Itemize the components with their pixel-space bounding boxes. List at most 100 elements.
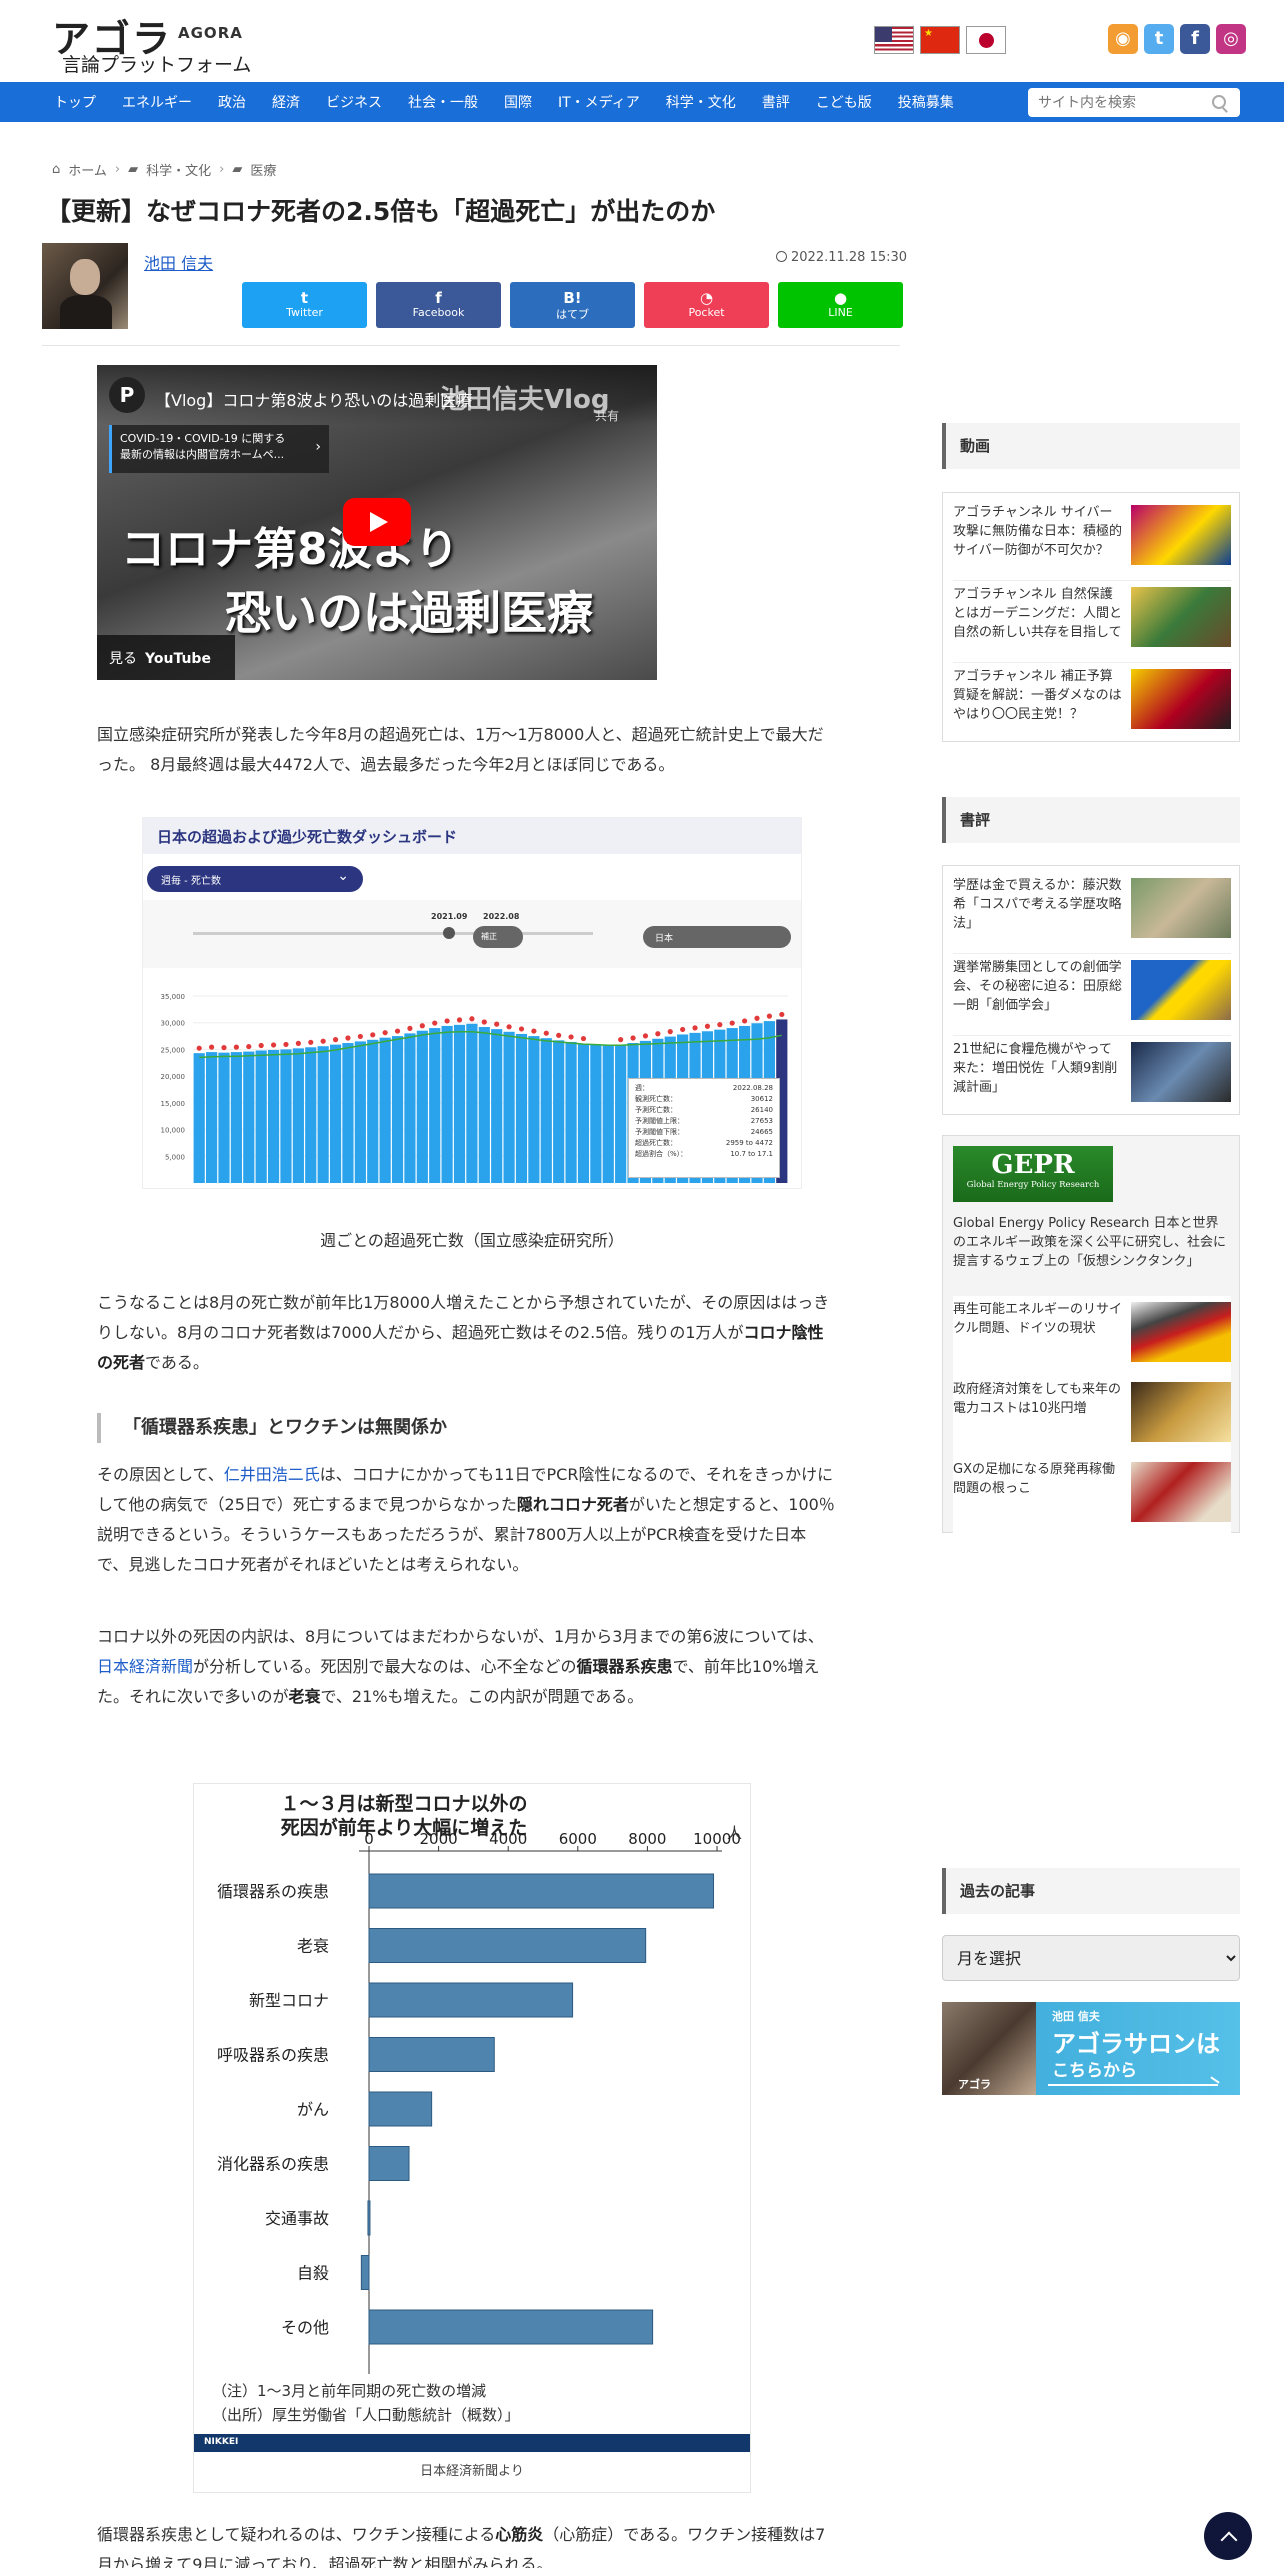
- share-pocket-button[interactable]: ◔ Pocket: [644, 282, 769, 328]
- rss-icon[interactable]: ◉: [1108, 24, 1138, 54]
- chevron-right-icon: ›: [114, 162, 121, 177]
- us-flag-icon[interactable]: [874, 26, 914, 54]
- book-list-item[interactable]: 21世紀に食糧危機がやって来た：増田悦佐「人類9割削減計画」: [953, 1036, 1231, 1118]
- gepr-item-text[interactable]: 政府経済対策をしても来年の電力コストは10兆円増: [953, 1380, 1123, 1418]
- nav-item[interactable]: 政治: [218, 92, 246, 112]
- nikkei-link[interactable]: 日本経済新聞: [97, 1657, 193, 1676]
- paragraph-2: こうなることは8月の死亡数が前年比1万8000人増えたことから予想されていたが、…: [97, 1288, 837, 1378]
- gepr-thumbnail[interactable]: [1131, 1302, 1231, 1362]
- site-logo[interactable]: アゴラ AGORA 言論プラットフォーム: [52, 8, 251, 76]
- observed-bar: [255, 1050, 267, 1183]
- china-flag-icon[interactable]: ★: [920, 26, 960, 54]
- video-thumbnail[interactable]: [1131, 505, 1231, 565]
- excess-marker: [667, 1029, 673, 1035]
- excess-marker: [382, 1030, 388, 1036]
- niita-link[interactable]: 仁井田浩二氏: [224, 1465, 320, 1484]
- covid-info-panel[interactable]: COVID-19・COVID-19 に関する 最新の情報は内閣官房ホームペ...…: [109, 425, 329, 473]
- gepr-item-text[interactable]: 再生可能エネルギーのリサイクル問題、ドイツの現状: [953, 1300, 1123, 1338]
- twitter-icon[interactable]: t: [1144, 24, 1174, 54]
- book-item-text[interactable]: 21世紀に食糧危機がやって来た：増田悦佐「人類9割削減計画」: [953, 1040, 1123, 1097]
- observed-bar: [243, 1051, 255, 1183]
- nav-item[interactable]: こども版: [816, 92, 872, 112]
- book-thumbnail[interactable]: [1131, 1042, 1231, 1102]
- nav-item[interactable]: エネルギー: [122, 92, 192, 112]
- nav-item[interactable]: 投稿募集: [898, 92, 954, 112]
- japan-flag-icon[interactable]: [966, 26, 1006, 54]
- book-thumbnail[interactable]: [1131, 960, 1231, 1020]
- breadcrumb-home[interactable]: ホーム: [68, 160, 107, 179]
- book-item-text[interactable]: 選挙常勝集団としての創価学会、その秘密に迫る：田原総一朗「創価学会」: [953, 958, 1123, 1015]
- tooltip-key: 予測閾値上限：: [635, 1117, 684, 1125]
- video-list-item[interactable]: アゴラチャンネル 補正予算質疑を解説：一番ダメなのはやはり〇〇民主党！？: [953, 663, 1231, 745]
- video-thumbnail[interactable]: [1131, 587, 1231, 647]
- nav-item[interactable]: 書評: [762, 92, 790, 112]
- logo-en: AGORA: [178, 24, 243, 42]
- share-hatena-button[interactable]: B! はてブ: [510, 282, 635, 328]
- book-list-item[interactable]: 学歴は金で買えるか：藤沢数希「コスパで考える学歴攻略法」: [953, 872, 1231, 954]
- video-share-button[interactable]: 共有: [595, 407, 619, 424]
- archive-month-select[interactable]: 月を選択: [942, 1935, 1240, 1981]
- x-tick-label: 0: [364, 1830, 374, 1848]
- nav-item[interactable]: トップ: [54, 92, 96, 112]
- nav-item[interactable]: IT・メディア: [558, 92, 640, 112]
- share-twitter-button[interactable]: t Twitter: [242, 282, 367, 328]
- y-tick-label: 30,000: [161, 1020, 186, 1028]
- excess-marker: [357, 1033, 363, 1040]
- search-input[interactable]: [1028, 88, 1240, 117]
- category-label: 老衰: [297, 1937, 329, 1956]
- nav-item[interactable]: 科学・文化: [666, 92, 736, 112]
- share-line-button[interactable]: ● LINE: [778, 282, 903, 328]
- gepr-list-item[interactable]: GXの足枷になる原発再稼働問題の根っこ: [953, 1456, 1231, 1538]
- video-item-text[interactable]: アゴラチャンネル 自然保護とはガーデニングだ：人間と自然の新しい共存を目指して: [953, 585, 1123, 642]
- date-slider: [193, 927, 593, 939]
- share-label: Pocket: [688, 306, 725, 319]
- observed-bar: [305, 1047, 317, 1183]
- excess-marker: [221, 1045, 227, 1051]
- article-title: 【更新】なぜコロナ死者の2.5倍も「超過死亡」が出たのか: [46, 197, 716, 226]
- category-bar: [368, 2037, 495, 2072]
- book-thumbnail[interactable]: [1131, 878, 1231, 938]
- observed-bar: [491, 1029, 503, 1183]
- scroll-to-top-button[interactable]: [1204, 2512, 1252, 2560]
- instagram-icon[interactable]: ◎: [1216, 24, 1246, 54]
- video-list-item[interactable]: アゴラチャンネル 自然保護とはガーデニングだ：人間と自然の新しい共存を目指して: [953, 581, 1231, 663]
- author-avatar[interactable]: [42, 243, 128, 329]
- agora-salon-banner[interactable]: アゴラ 池田 信夫 アゴラサロンは こちらから: [942, 2002, 1240, 2095]
- observed-bar: [478, 1026, 490, 1183]
- nav-item[interactable]: ビジネス: [326, 92, 382, 112]
- excess-marker: [630, 1035, 636, 1041]
- author-link[interactable]: 池田 信夫: [144, 250, 213, 274]
- youtube-embed[interactable]: P 池田信夫Vlog 【Vlog】コロナ第8波より恐いのは過剰医療 共有 COV…: [97, 365, 657, 680]
- share-facebook-button[interactable]: f Facebook: [376, 282, 501, 328]
- category-bar: [367, 2200, 371, 2236]
- breadcrumb-category[interactable]: 科学・文化: [146, 160, 211, 179]
- book-item-text[interactable]: 学歴は金で買えるか：藤沢数希「コスパで考える学歴攻略法」: [953, 876, 1123, 933]
- gepr-list-item[interactable]: 再生可能エネルギーのリサイクル問題、ドイツの現状: [953, 1296, 1231, 1378]
- y-tick-label: 15,000: [161, 1100, 186, 1108]
- gepr-item-text[interactable]: GXの足枷になる原発再稼働問題の根っこ: [953, 1460, 1123, 1498]
- video-thumbnail[interactable]: [1131, 669, 1231, 729]
- channel-logo-icon[interactable]: P: [109, 377, 145, 413]
- breadcrumb-subcategory[interactable]: 医療: [250, 160, 276, 179]
- gepr-thumbnail[interactable]: [1131, 1462, 1231, 1522]
- video-list-item[interactable]: アゴラチャンネル サイバー攻撃に無防備な日本：積極的サイバー防御が不可欠か？: [953, 499, 1231, 581]
- nav-item[interactable]: 経済: [272, 92, 300, 112]
- excess-marker: [717, 1022, 723, 1028]
- gepr-thumbnail[interactable]: [1131, 1382, 1231, 1442]
- p5-text-a: 循環器系疾患として疑われるのは、ワクチン接種による: [97, 2525, 496, 2544]
- search-icon[interactable]: [1212, 95, 1226, 109]
- video-item-text[interactable]: アゴラチャンネル 補正予算質疑を解説：一番ダメなのはやはり〇〇民主党！？: [953, 667, 1123, 724]
- video-item-text[interactable]: アゴラチャンネル サイバー攻撃に無防備な日本：積極的サイバー防御が不可欠か？: [953, 503, 1123, 560]
- nav-item[interactable]: 社会・一般: [408, 92, 478, 112]
- gepr-list-item[interactable]: 政府経済対策をしても来年の電力コストは10兆円増: [953, 1376, 1231, 1458]
- gepr-logo[interactable]: GEPR Global Energy Policy Research: [953, 1146, 1113, 1202]
- video-title[interactable]: 【Vlog】コロナ第8波より恐いのは過剰医療: [155, 387, 472, 411]
- book-list-item[interactable]: 選挙常勝集団としての創価学会、その秘密に迫る：田原総一朗「創価学会」: [953, 954, 1231, 1036]
- nav-item[interactable]: 国際: [504, 92, 532, 112]
- p2-text-c: である。: [145, 1353, 209, 1372]
- observed-bar: [503, 1031, 515, 1183]
- play-button-icon[interactable]: [343, 498, 411, 546]
- nikkei-brand-bar: NIKKEI: [194, 2434, 750, 2452]
- watch-on-youtube-button[interactable]: 見る YouTube: [97, 635, 235, 680]
- facebook-icon[interactable]: f: [1180, 24, 1210, 54]
